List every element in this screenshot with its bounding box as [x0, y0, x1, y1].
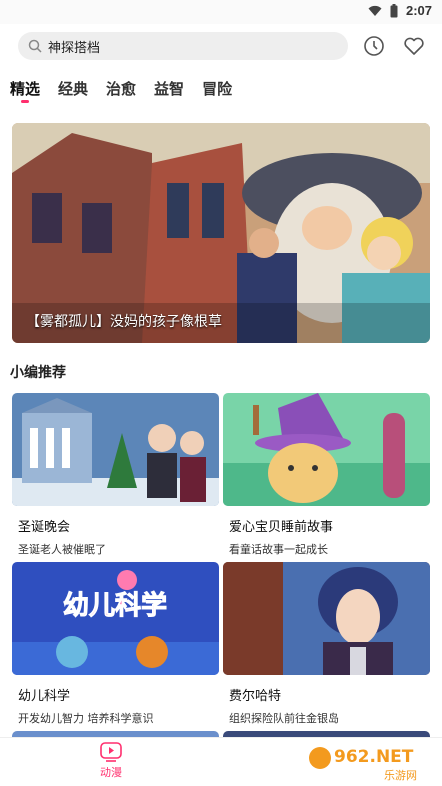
card-thumbnail	[223, 393, 430, 506]
nav-item-cartoon[interactable]: 动漫	[96, 742, 126, 780]
history-icon[interactable]	[362, 34, 386, 58]
card-thumbnail	[12, 393, 219, 506]
battery-icon	[390, 3, 398, 17]
status-time: 2:07	[405, 3, 432, 18]
category-tabs: 精选 经典 治愈 益智 冒险	[0, 70, 442, 110]
card-subtitle: 看童话故事一起成长	[229, 543, 328, 556]
card-thumbnail	[223, 562, 430, 675]
video-card-christmas-party[interactable]: 圣诞晚会 圣诞老人被催眠了	[12, 393, 219, 557]
video-card-ferhat[interactable]: 费尔哈特 组织探险队前往金银岛	[223, 562, 430, 726]
play-video-icon	[100, 742, 122, 762]
section-title: 小编推荐	[10, 365, 66, 381]
active-tab-indicator	[21, 100, 29, 103]
banner-image	[12, 123, 430, 343]
tab-featured[interactable]: 精选	[10, 70, 40, 110]
tab-classic[interactable]: 经典	[58, 70, 88, 110]
status-bar: 2:07	[0, 0, 442, 24]
video-card-kids-science[interactable]: 幼儿科学 幼儿科学 开发幼儿智力 培养科学意识	[12, 562, 219, 726]
card-subtitle: 组织探险队前往金银岛	[229, 712, 339, 725]
search-input[interactable]: 神探搭档	[18, 32, 348, 60]
search-query: 神探搭档	[48, 40, 101, 56]
video-card-bedtime-stories[interactable]: 爱心宝贝睡前故事 看童话故事一起成长	[223, 393, 430, 557]
svg-text:962.NET: 962.NET	[334, 747, 414, 767]
card-subtitle: 圣诞老人被催眠了	[18, 543, 106, 556]
wifi-icon	[368, 5, 382, 16]
card-subtitle: 开发幼儿智力 培养科学意识	[18, 712, 154, 725]
banner-caption: 【雾都孤儿】没妈的孩子像根草	[26, 314, 222, 330]
nav-label: 动漫	[100, 766, 122, 779]
card-title: 圣诞晚会	[18, 520, 71, 535]
search-header: 神探搭档	[0, 24, 442, 70]
featured-banner[interactable]: 【雾都孤儿】没妈的孩子像根草	[12, 123, 430, 343]
thumb-title-text: 幼儿科学	[63, 590, 167, 621]
search-icon	[28, 39, 42, 53]
tab-educational[interactable]: 益智	[154, 70, 184, 110]
card-title: 费尔哈特	[229, 689, 282, 704]
svg-text:乐游网: 乐游网	[384, 769, 417, 782]
tab-healing[interactable]: 治愈	[106, 70, 136, 110]
card-thumbnail: 幼儿科学	[12, 562, 219, 675]
card-title: 爱心宝贝睡前故事	[229, 520, 334, 535]
card-title: 幼儿科学	[18, 689, 71, 704]
site-watermark-logo: 962.NET 乐游网	[306, 740, 436, 782]
favorites-heart-icon[interactable]	[402, 34, 426, 58]
tab-adventure[interactable]: 冒险	[202, 70, 232, 110]
